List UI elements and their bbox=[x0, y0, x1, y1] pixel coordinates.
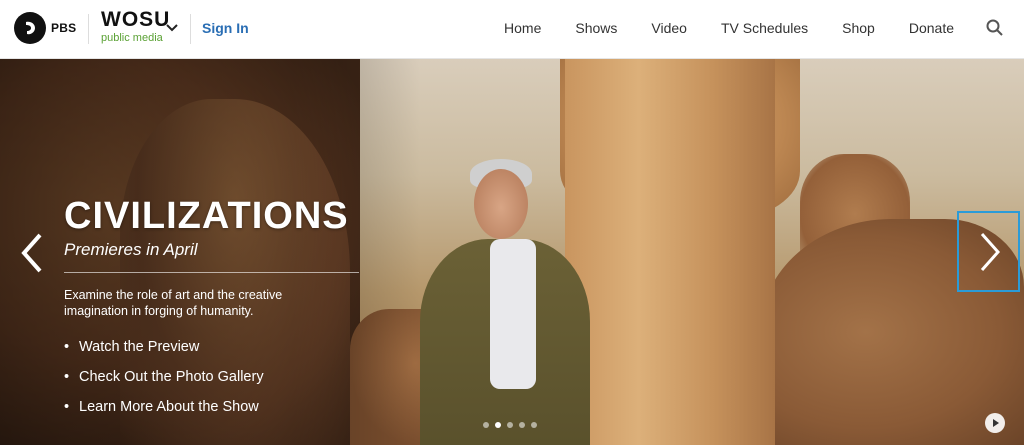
divider bbox=[88, 14, 89, 44]
watch-preview-link[interactable]: Watch the Preview bbox=[64, 339, 264, 356]
hero-title: CIVILIZATIONS bbox=[64, 195, 349, 237]
station-logo[interactable]: WOSU public media bbox=[101, 9, 170, 45]
pbs-head-icon bbox=[14, 12, 46, 44]
carousel-dot[interactable] bbox=[507, 422, 513, 428]
carousel-dot[interactable] bbox=[531, 422, 537, 428]
nav-donate[interactable]: Donate bbox=[909, 20, 954, 36]
site-header: PBS WOSU public media Sign In Home Shows… bbox=[0, 0, 1024, 59]
hero-description: Examine the role of art and the creative… bbox=[64, 288, 283, 318]
hero-subtitle: Premieres in April bbox=[64, 240, 198, 259]
hero-carousel: CIVILIZATIONS Premieres in April Examine… bbox=[0, 59, 1024, 445]
search-icon[interactable] bbox=[986, 19, 1004, 42]
stone-column bbox=[565, 59, 775, 445]
carousel-dots bbox=[483, 422, 537, 428]
carousel-prev-icon[interactable] bbox=[16, 231, 46, 280]
sign-in-link[interactable]: Sign In bbox=[202, 20, 249, 36]
main-nav: Home Shows Video TV Schedules Shop Donat… bbox=[470, 20, 954, 36]
divider bbox=[64, 272, 359, 273]
learn-more-link[interactable]: Learn More About the Show bbox=[64, 399, 264, 416]
chevron-right-icon bbox=[980, 232, 1000, 271]
carousel-dot[interactable] bbox=[519, 422, 525, 428]
chevron-down-icon[interactable] bbox=[165, 20, 179, 38]
nav-shop[interactable]: Shop bbox=[842, 20, 875, 36]
nav-home[interactable]: Home bbox=[504, 20, 541, 36]
carousel-dot-active[interactable] bbox=[495, 422, 501, 428]
nav-tv-schedules[interactable]: TV Schedules bbox=[721, 20, 808, 36]
carousel-next-button[interactable] bbox=[957, 211, 1020, 292]
carousel-dot[interactable] bbox=[483, 422, 489, 428]
nav-video[interactable]: Video bbox=[651, 20, 687, 36]
divider bbox=[190, 14, 191, 44]
nav-shows[interactable]: Shows bbox=[575, 20, 617, 36]
photo-gallery-link[interactable]: Check Out the Photo Gallery bbox=[64, 369, 264, 386]
play-icon[interactable] bbox=[985, 413, 1005, 433]
pbs-label: PBS bbox=[51, 21, 77, 35]
pbs-logo[interactable]: PBS bbox=[14, 12, 76, 44]
station-name: WOSU bbox=[101, 8, 171, 31]
hero-links: Watch the Preview Check Out the Photo Ga… bbox=[64, 339, 264, 429]
station-subtitle: public media bbox=[101, 32, 163, 44]
